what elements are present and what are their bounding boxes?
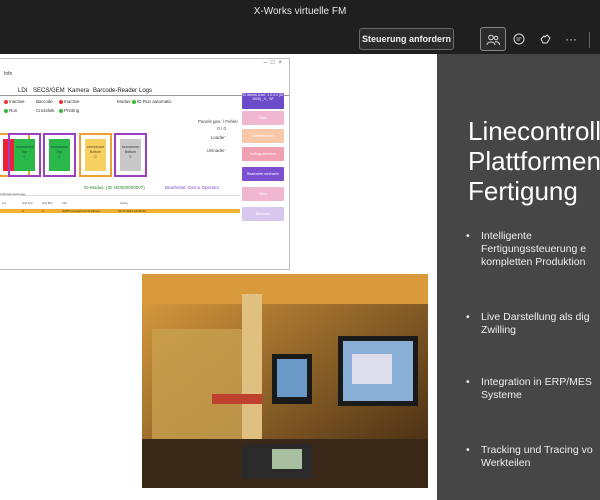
modus-label: Modus — [117, 99, 131, 104]
bullet-4-line-2: Werkteilen — [481, 457, 531, 469]
interrupt-button[interactable]: Unterbrechen — [242, 129, 284, 143]
line-controller-app: –□× Info LDI SECS/GEM Kamera Barcode-Rea… — [0, 58, 290, 270]
end-order-button[interactable]: Auftrag beenden — [242, 147, 284, 161]
tab-kamera[interactable]: Kamera — [68, 86, 89, 96]
conf-button[interactable]: ID Works Conf. 1.0.0.0 (ID 1000) _V_ SP — [242, 93, 284, 109]
eject-button[interactable]: Eject — [242, 187, 284, 201]
change-operator-button[interactable]: Bearbeiter wechseln — [242, 167, 284, 181]
barcode-state: Inactive — [59, 99, 80, 104]
reactions-icon[interactable] — [532, 27, 558, 51]
toolbar-divider — [589, 32, 590, 48]
tab-barcode-reader[interactable]: Barcode-Reader — [93, 86, 137, 96]
grid-col-soll-top: Soll Top — [22, 201, 33, 205]
participants-icon[interactable] — [480, 27, 506, 51]
bullet-2-line-2: Zwilling — [481, 324, 517, 336]
quit-button[interactable]: Beenden — [242, 207, 284, 221]
chat-icon[interactable] — [506, 27, 532, 51]
tab-ldi[interactable]: LDI — [18, 86, 27, 96]
tab-logs[interactable]: Logs — [139, 86, 152, 96]
bullet-4-line-1: Tracking und Tracing vo — [481, 444, 593, 456]
panel-counts-label: Panels ges. / Fehler — [197, 119, 238, 124]
grid-col-info: Info — [62, 201, 68, 205]
grid-col-lot: Lot — [2, 201, 7, 205]
grid-col-fertig: Fertig — [120, 201, 128, 205]
cell-soll-bot: 0 — [42, 209, 44, 213]
shared-screen: –□× Info LDI SECS/GEM Kamera Barcode-Rea… — [0, 54, 437, 500]
loader-label: Loader: — [210, 135, 226, 140]
crosslink-label: Crosslink — [36, 108, 55, 113]
start-button[interactable]: Start — [242, 111, 284, 125]
grid-col-soll-bot: Soll Bot — [42, 201, 53, 205]
grid-columns: Lot Soll Top Soll Bot Info Fertig — [0, 201, 240, 205]
barcode-label: Barcode — [36, 99, 53, 104]
menu-info[interactable]: Info — [4, 71, 12, 77]
bullet-2: • Live Darstellung als dig Zwilling — [466, 311, 600, 337]
factory-photo — [142, 274, 428, 488]
station-card-5[interactable]: xxxxxxxxxx Bottom 0 — [114, 133, 147, 177]
request-control-button[interactable]: Steuerung anfordern — [359, 28, 454, 50]
presentation-slide: Linecontroll Plattformen Fertigung • Int… — [437, 54, 600, 500]
bullet-2-line-1: Live Darstellung als dig — [481, 311, 590, 323]
cell-fertig: 01.07.2021 14:00:52 — [118, 209, 146, 213]
status-inactive: Inactive — [4, 99, 25, 104]
bullet-3-line-2: Systeme — [481, 389, 522, 401]
slide-title: Linecontroll Plattformen Fertigung — [468, 116, 600, 206]
window-controls[interactable]: –□× — [264, 60, 286, 66]
operator-text: Bearbeiter: Demo Operator — [165, 185, 220, 190]
mode-text: ID-Modus: (ID 400000000007) — [84, 185, 145, 190]
crosslink-state: Printing — [59, 108, 79, 113]
more-icon[interactable]: ··· — [558, 27, 584, 51]
cell-soll-top: 0 — [22, 209, 24, 213]
station-card-4[interactable]: xxxxxxxxxx Bottom 0 — [79, 133, 112, 177]
bullet-3: • Integration in ERP/MES Systeme — [466, 376, 600, 402]
bullet-3-line-1: Integration in ERP/MES — [481, 376, 592, 388]
bullet-1: • Intelligente Fertigungssteuerung e kom… — [466, 230, 600, 269]
slide-title-line-3: Fertigung — [468, 176, 578, 206]
bullet-1-line-1: Intelligente — [481, 230, 532, 242]
modus-state: ID Run automatic — [132, 99, 172, 104]
bullet-1-line-3: kompletten Produktion — [481, 256, 586, 268]
meeting-toolbar: Steuerung anfordern ··· — [0, 24, 600, 54]
table-row[interactable]: 0 0 IDWTI Auswahl ist ID Modus 01.07.202… — [0, 209, 240, 213]
slide-title-line-1: Linecontroll — [468, 116, 600, 146]
window-title: X-Works virtuelle FM — [0, 0, 600, 24]
slide-title-line-2: Plattformen — [468, 146, 600, 176]
panel-counts-value: 0 / 0 — [217, 126, 226, 131]
bullet-4: • Tracking und Tracing vo Werkteilen — [466, 444, 600, 470]
station-card-3[interactable]: xxxxxxxxxx Top 0 — [43, 133, 76, 177]
bullet-1-line-2: Fertigungssteuerung e — [481, 243, 587, 255]
unloader-label: Unloader: — [206, 148, 226, 153]
grid-header: Auftragsmeldungen — [0, 192, 240, 196]
tab-secs-gem[interactable]: SECS/GEM — [33, 86, 65, 96]
status-run: Run — [4, 108, 17, 113]
station-card-2[interactable]: xxxxxxxxxx Top 0 — [8, 133, 41, 177]
cell-info: IDWTI Auswahl ist ID Modus — [62, 209, 101, 213]
